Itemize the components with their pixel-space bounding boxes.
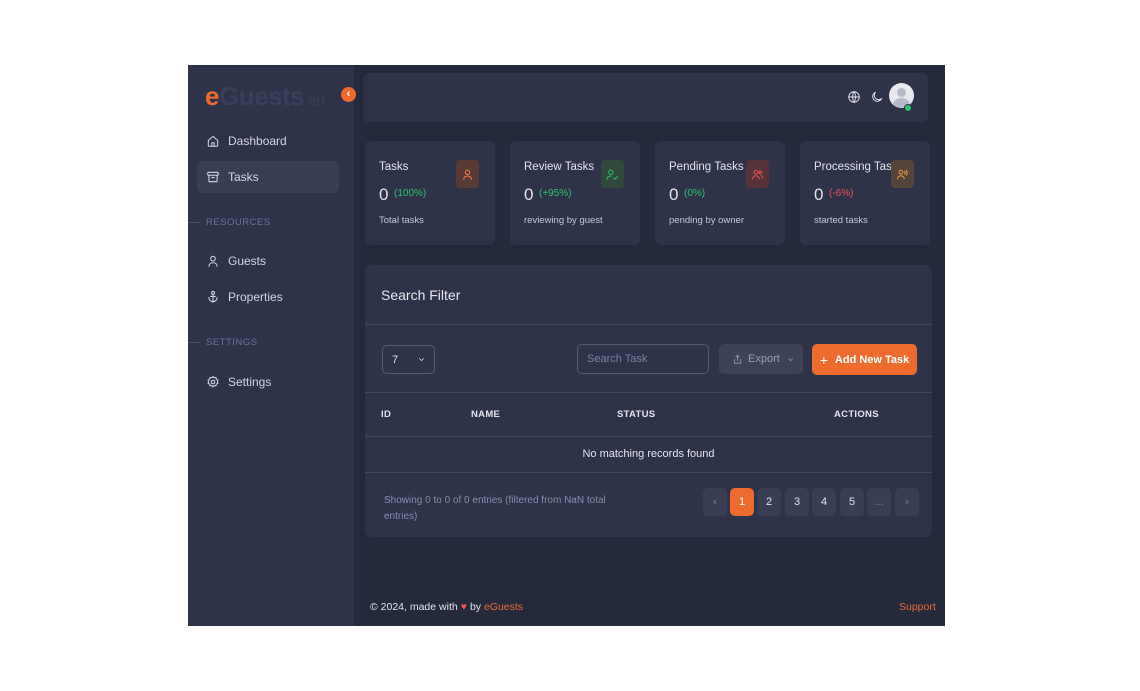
column-header-name[interactable]: NAME xyxy=(471,409,500,420)
stat-percent: (0%) xyxy=(684,188,706,199)
sidebar-collapse-button[interactable]: ‹ xyxy=(341,87,356,102)
pagination-page-2[interactable]: 2 xyxy=(757,488,781,516)
stat-percent: (+95%) xyxy=(539,188,572,199)
divider xyxy=(365,392,932,393)
stat-value: 0 xyxy=(669,185,679,204)
stat-card-tasks: Tasks 0 (100%) Total tasks xyxy=(365,141,495,245)
sidebar-item-guests[interactable]: Guests xyxy=(197,245,339,277)
stat-subtitle: reviewing by guest xyxy=(524,215,603,226)
app-shell: eGuests.eu Dashboard Tasks RESOURCES Gue… xyxy=(188,65,945,626)
stat-card-processing-tasks: Processing Tasks 0 (-6%) started tasks xyxy=(800,141,930,245)
user-voice-icon xyxy=(891,160,914,188)
column-header-status[interactable]: STATUS xyxy=(617,409,655,420)
moon-icon[interactable] xyxy=(870,90,884,104)
stat-value: 0 xyxy=(814,185,824,204)
stat-title: Pending Tasks xyxy=(669,161,744,173)
divider xyxy=(365,472,932,473)
pagination-page-5[interactable]: 5 xyxy=(840,488,864,516)
user-icon xyxy=(456,160,479,188)
section-title-settings: SETTINGS xyxy=(188,337,258,348)
pagination-page-3[interactable]: 3 xyxy=(785,488,809,516)
sidebar-item-label: Guests xyxy=(228,254,267,268)
sidebar-item-label: Settings xyxy=(228,375,272,389)
sidebar-item-label: Properties xyxy=(228,290,283,304)
footer-brand-link[interactable]: eGuests xyxy=(484,601,523,613)
stat-title: Review Tasks xyxy=(524,161,595,173)
stat-title: Processing Tasks xyxy=(814,161,904,173)
topbar xyxy=(363,73,928,122)
stat-card-review-tasks: Review Tasks 0 (+95%) reviewing by guest xyxy=(510,141,640,245)
search-input[interactable] xyxy=(577,344,709,374)
export-button[interactable]: Export xyxy=(719,344,803,374)
page-length-select[interactable]: 7 xyxy=(382,345,435,374)
sidebar-item-label: Tasks xyxy=(228,170,259,184)
user-icon xyxy=(206,254,220,268)
sidebar-item-properties[interactable]: Properties xyxy=(197,281,339,313)
stat-percent: (100%) xyxy=(394,188,427,199)
users-icon xyxy=(746,160,769,188)
chevron-down-icon xyxy=(417,355,426,364)
globe-icon[interactable] xyxy=(847,90,861,104)
online-status-dot xyxy=(904,104,912,112)
add-label: Add New Task xyxy=(834,353,910,366)
pagination-prev[interactable]: ‹ xyxy=(703,488,727,516)
stat-percent: (-6%) xyxy=(829,188,854,199)
tasks-panel: Search Filter 7 Export + Add New Task ID… xyxy=(365,265,932,537)
pagination-ellipsis: ... xyxy=(867,488,891,516)
page-length-value: 7 xyxy=(392,353,399,366)
stat-value: 0 xyxy=(524,185,534,204)
sidebar: eGuests.eu Dashboard Tasks RESOURCES Gue… xyxy=(188,65,354,626)
pagination-page-4[interactable]: 4 xyxy=(812,488,836,516)
chevron-down-icon xyxy=(786,355,795,364)
pagination-next[interactable]: › xyxy=(895,488,919,516)
divider xyxy=(365,324,932,325)
divider xyxy=(365,436,932,437)
sidebar-item-dashboard[interactable]: Dashboard xyxy=(197,125,339,157)
logo[interactable]: eGuests.eu xyxy=(205,81,325,112)
anchor-icon xyxy=(206,290,220,304)
stat-card-pending-tasks: Pending Tasks 0 (0%) pending by owner xyxy=(655,141,785,245)
support-link[interactable]: Support xyxy=(899,601,936,613)
sidebar-item-tasks[interactable]: Tasks xyxy=(197,161,339,193)
section-title-resources: RESOURCES xyxy=(188,217,271,228)
chevron-left-icon: ‹ xyxy=(346,88,351,100)
user-check-icon xyxy=(601,160,624,188)
empty-table-message: No matching records found xyxy=(582,448,715,460)
stat-subtitle: Total tasks xyxy=(379,215,424,226)
add-new-task-button[interactable]: + Add New Task xyxy=(812,344,917,375)
plus-icon: + xyxy=(819,351,828,368)
sidebar-item-settings[interactable]: Settings xyxy=(197,366,339,398)
home-icon xyxy=(206,134,220,148)
table-info: Showing 0 to 0 of 0 entries (filtered fr… xyxy=(384,495,606,522)
gear-icon xyxy=(206,375,220,389)
pagination-page-1[interactable]: 1 xyxy=(730,488,754,516)
sidebar-item-label: Dashboard xyxy=(228,134,287,148)
heart-icon: ♥ xyxy=(460,601,467,613)
stat-subtitle: started tasks xyxy=(814,215,868,226)
archive-icon xyxy=(206,170,220,184)
stat-subtitle: pending by owner xyxy=(669,215,744,226)
stat-title: Tasks xyxy=(379,161,409,173)
share-icon xyxy=(732,354,743,365)
panel-title: Search Filter xyxy=(381,287,461,303)
export-label: Export xyxy=(748,353,780,365)
column-header-id[interactable]: ID xyxy=(381,409,391,420)
column-header-actions: ACTIONS xyxy=(834,409,879,420)
stat-value: 0 xyxy=(379,185,389,204)
footer-copyright: © 2024, made with ♥ by eGuests xyxy=(370,601,524,613)
